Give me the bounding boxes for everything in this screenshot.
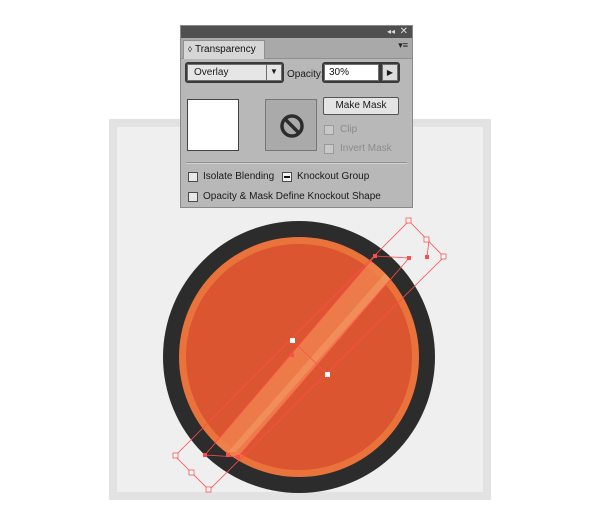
no-mask-icon: [280, 114, 304, 138]
panel-titlebar[interactable]: ◂◂ ✕: [181, 26, 412, 38]
play-arrow-icon[interactable]: ▶: [382, 64, 398, 81]
opacity-mask-knockout-checkbox[interactable]: [188, 192, 198, 202]
blend-mode-focus-ring: Overlay ▼: [185, 62, 284, 83]
knockout-group-label: Knockout Group: [297, 171, 370, 182]
tab-strip: ◊ Transparency: [181, 38, 412, 59]
isolate-blending-label: Isolate Blending: [203, 171, 275, 182]
blend-mode-dropdown[interactable]: Overlay ▼: [187, 64, 282, 81]
artwork-thumbnail[interactable]: [187, 99, 239, 151]
mask-thumbnail[interactable]: [265, 99, 317, 151]
panel-menu-icon[interactable]: ▾≡: [398, 40, 408, 51]
chevron-down-icon[interactable]: ▼: [266, 65, 281, 80]
tab-arrows-icon: ◊: [188, 45, 192, 54]
opacity-label: Opacity:: [287, 69, 324, 80]
invert-mask-label: Invert Mask: [340, 143, 392, 154]
clip-checkbox[interactable]: [324, 125, 334, 135]
clip-label: Clip: [340, 124, 358, 135]
close-icon[interactable]: ✕: [400, 26, 408, 38]
opacity-input[interactable]: [324, 64, 379, 81]
isolate-blending-checkbox[interactable]: [188, 172, 198, 182]
panel-divider: [186, 162, 407, 163]
blend-mode-value: Overlay: [194, 67, 229, 78]
tab-transparency[interactable]: ◊ Transparency: [183, 40, 265, 59]
invert-mask-checkbox[interactable]: [324, 144, 334, 154]
make-mask-button[interactable]: Make Mask: [323, 97, 399, 115]
opacity-focus-ring: ▶: [322, 62, 400, 83]
tab-label: Transparency: [194, 44, 256, 55]
knockout-group-checkbox[interactable]: [282, 172, 292, 182]
transparency-panel: ◂◂ ✕ ◊ Transparency ▾≡ Overlay ▼ Opacity:…: [180, 25, 413, 208]
opacity-mask-knockout-label: Opacity & Mask Define Knockout Shape: [203, 191, 381, 202]
collapse-icon[interactable]: ◂◂: [387, 26, 395, 38]
